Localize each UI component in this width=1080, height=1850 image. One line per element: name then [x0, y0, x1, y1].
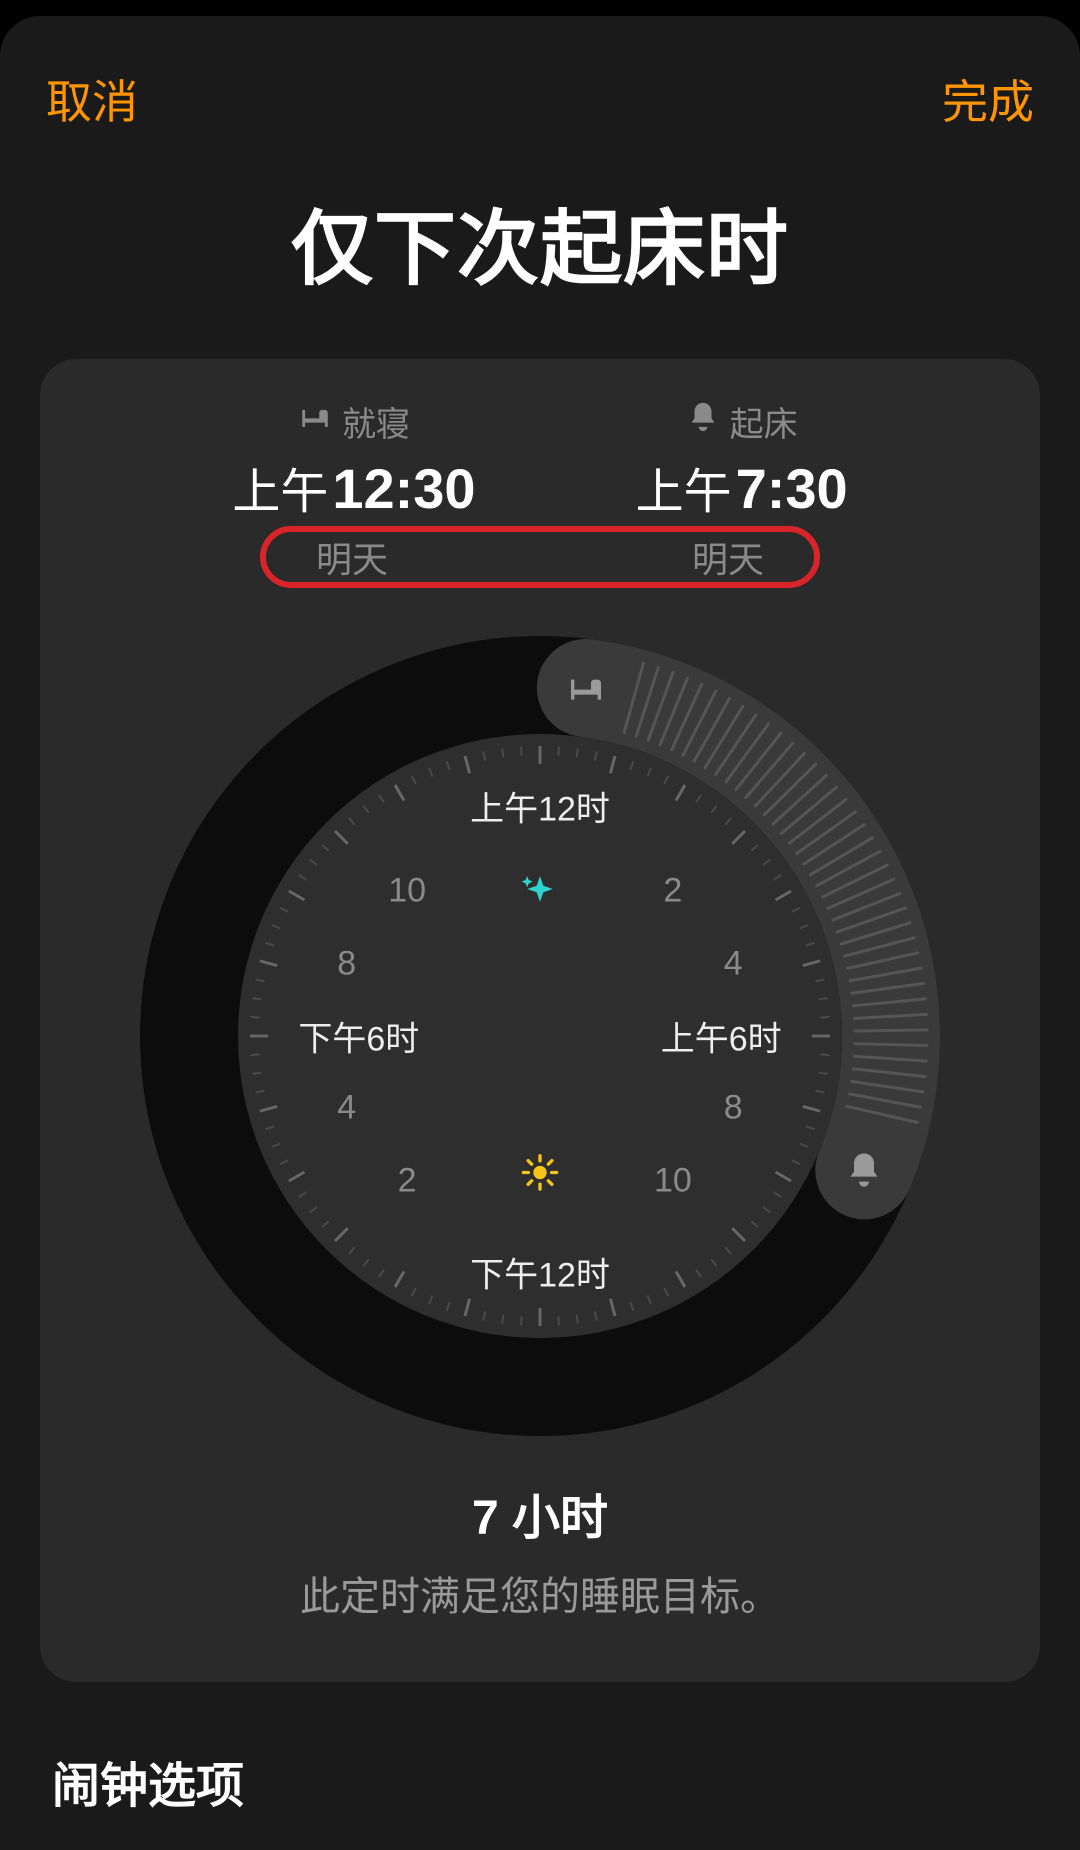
dial-label-2b: 2: [398, 1161, 417, 1200]
highlight-annotation: 明天 明天: [260, 526, 820, 588]
bedtime-column: 就寝 上午12:30: [232, 397, 475, 522]
times-row: 就寝 上午12:30 起床 上午7:30: [72, 397, 1008, 522]
dial-face: 上午12时 上午6时 下午12时 下午6时 2 4 8 10 2 4 8 10: [238, 734, 842, 1338]
sleep-goal-text: 此定时满足您的睡眠目标。: [72, 1564, 1008, 1622]
sleep-dial[interactable]: 上午12时 上午6时 下午12时 下午6时 2 4 8 10 2 4 8 10: [140, 636, 940, 1436]
wake-time: 7:30: [736, 457, 848, 520]
sparkle-icon: [518, 873, 562, 922]
sleep-duration: 7 小时: [72, 1478, 1008, 1548]
bedtime-tomorrow: 明天: [316, 531, 388, 583]
dial-label-6am: 上午6时: [661, 1012, 782, 1061]
wake-handle[interactable]: [820, 1126, 908, 1214]
sleep-schedule-sheet: 取消 完成 仅下次起床时 就寝 上午12:30: [0, 16, 1080, 1850]
bedtime-label-text: 就寝: [342, 397, 410, 446]
wake-value[interactable]: 上午7:30: [636, 452, 848, 522]
tomorrow-row: 明天 明天: [72, 526, 1008, 596]
wake-ampm: 上午: [636, 466, 732, 519]
dial-label-6pm: 下午6时: [298, 1012, 419, 1061]
dial-label-10b: 10: [388, 872, 426, 911]
dial-label-2: 2: [663, 872, 682, 911]
bed-icon: [298, 400, 332, 443]
wake-label-text: 起床: [730, 397, 798, 446]
bedtime-time: 12:30: [332, 457, 475, 520]
bell-icon: [686, 400, 720, 443]
dial-label-4b: 4: [337, 1089, 356, 1128]
dial-label-4: 4: [724, 944, 743, 983]
bedtime-label: 就寝: [298, 397, 410, 446]
dial-label-12pm: 下午12时: [470, 1247, 610, 1296]
page-title: 仅下次起床时: [40, 182, 1040, 301]
wake-tomorrow: 明天: [692, 531, 764, 583]
dial-label-10: 10: [654, 1161, 692, 1200]
wake-label: 起床: [686, 397, 798, 446]
bedtime-ampm: 上午: [232, 466, 328, 519]
bedtime-handle[interactable]: [542, 644, 630, 732]
schedule-card: 就寝 上午12:30 起床 上午7:30 明天: [40, 359, 1040, 1682]
bedtime-value[interactable]: 上午12:30: [232, 452, 475, 522]
alarm-options-header: 闹钟选项: [40, 1746, 1040, 1816]
done-button[interactable]: 完成: [942, 66, 1034, 132]
sun-icon: [520, 1152, 560, 1197]
cancel-button[interactable]: 取消: [46, 66, 138, 132]
dial-label-12am: 上午12时: [470, 782, 610, 831]
duration-summary: 7 小时 此定时满足您的睡眠目标。: [72, 1478, 1008, 1622]
navbar: 取消 完成: [40, 56, 1040, 132]
dial-label-8: 8: [724, 1089, 743, 1128]
dial-label-8b: 8: [337, 944, 356, 983]
wake-column: 起床 上午7:30: [636, 397, 848, 522]
